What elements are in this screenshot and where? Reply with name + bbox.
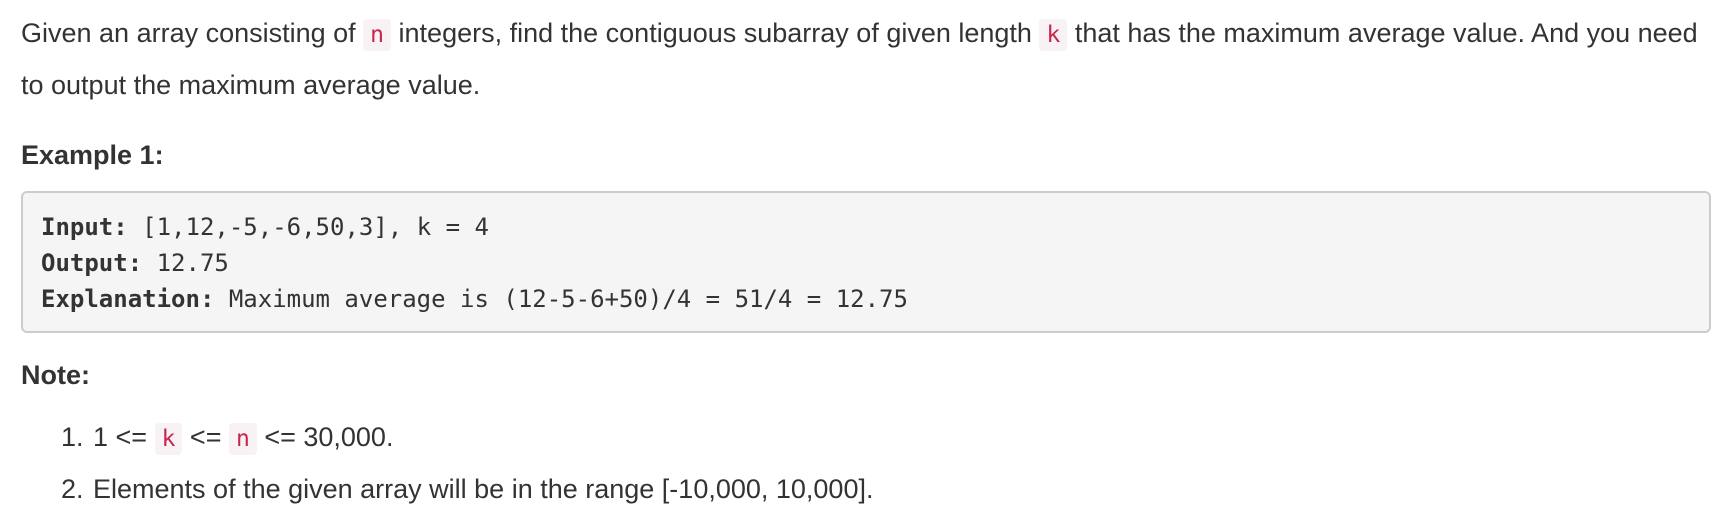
code-n: n — [363, 19, 392, 51]
code-k: k — [154, 423, 183, 455]
example-explanation-line: Explanation: Maximum average is (12-5-6+… — [41, 281, 1691, 317]
example-input-line: Input: [1,12,-5,-6,50,3], k = 4 — [41, 209, 1691, 245]
explanation-value: Maximum average is (12-5-6+50)/4 = 51/4 … — [214, 285, 908, 313]
note-item-prefix: 1 <= — [93, 422, 155, 452]
example-output-line: Output: 12.75 — [41, 245, 1691, 281]
explanation-label: Explanation: — [41, 285, 215, 313]
statement-text-part1: Given an array consisting of — [21, 18, 364, 48]
problem-description: Given an array consisting of n integers,… — [21, 0, 1711, 514]
example-heading: Example 1: — [21, 140, 164, 170]
note-list: 1 <= k <= n <= 30,000. Elements of the g… — [21, 412, 1711, 514]
note-item-mid: <= — [182, 422, 229, 452]
code-n: n — [228, 423, 257, 455]
note-item-suffix: <= 30,000. — [256, 422, 394, 452]
note-item-range: Elements of the given array will be in t… — [91, 464, 1711, 514]
code-k: k — [1039, 19, 1068, 51]
output-value: 12.75 — [142, 249, 229, 277]
problem-statement: Given an array consisting of n integers,… — [21, 0, 1711, 110]
statement-text-part2: integers, find the contiguous subarray o… — [391, 18, 1040, 48]
note-item-constraint: 1 <= k <= n <= 30,000. — [91, 412, 1711, 464]
example-code-block: Input: [1,12,-5,-6,50,3], k = 4 Output: 1… — [21, 191, 1711, 333]
input-value: [1,12,-5,-6,50,3], k = 4 — [127, 213, 489, 241]
note-heading: Note: — [21, 360, 90, 390]
input-label: Input: — [41, 213, 128, 241]
output-label: Output: — [41, 249, 143, 277]
